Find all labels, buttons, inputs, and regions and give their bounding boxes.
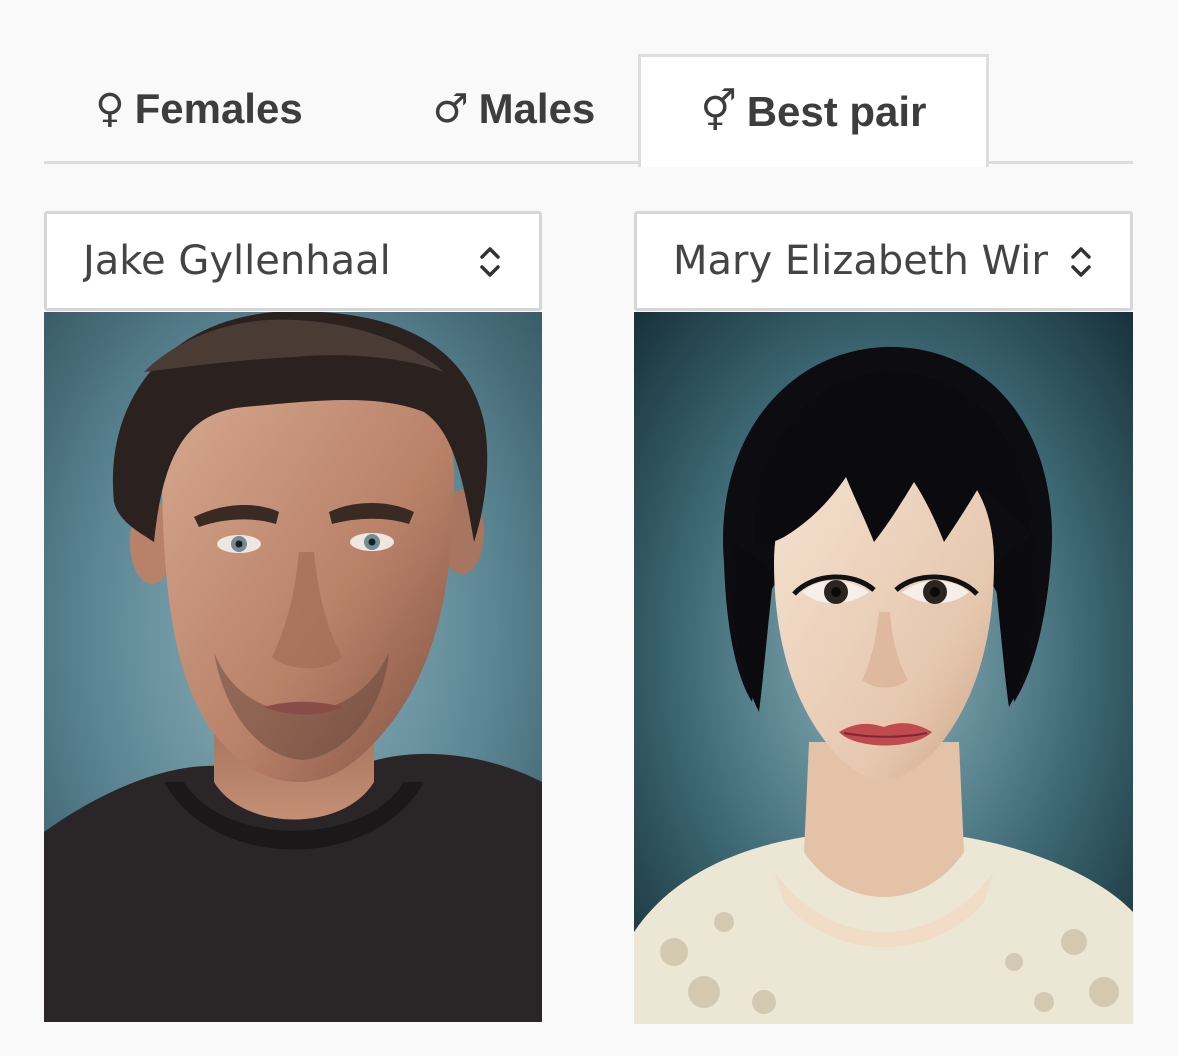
tab-males[interactable]: ♂ Males: [374, 54, 624, 164]
male-actor-photo: [44, 312, 542, 1022]
tab-best-pair[interactable]: ⚥ Best pair: [638, 54, 989, 167]
up-down-chevron-icon: [1071, 247, 1091, 277]
tab-bar: ♀ Females ♂ Males ⚥ Best pair: [44, 54, 1133, 167]
female-actor-select[interactable]: Mary Elizabeth Winstead: [634, 211, 1133, 311]
tab-males-label: Males: [478, 85, 596, 132]
male-actor-select[interactable]: Jake Gyllenhaal: [44, 211, 542, 311]
female-portrait-image: [634, 312, 1133, 1024]
tab-females[interactable]: ♀ Females: [44, 54, 314, 164]
tab-females-label: Females: [134, 85, 303, 132]
female-actor-select-value: Mary Elizabeth Winstead: [673, 238, 1048, 284]
female-symbol-icon: ♀: [95, 86, 125, 132]
up-down-chevron-icon: [480, 247, 500, 277]
female-actor-photo: [634, 312, 1133, 1024]
tab-best-pair-label: Best pair: [746, 88, 927, 135]
male-actor-select-value: Jake Gyllenhaal: [83, 238, 391, 284]
male-symbol-icon: ♂: [432, 86, 469, 132]
male-portrait-image: [44, 312, 542, 1022]
male-female-symbol-icon: ⚥: [700, 89, 737, 135]
